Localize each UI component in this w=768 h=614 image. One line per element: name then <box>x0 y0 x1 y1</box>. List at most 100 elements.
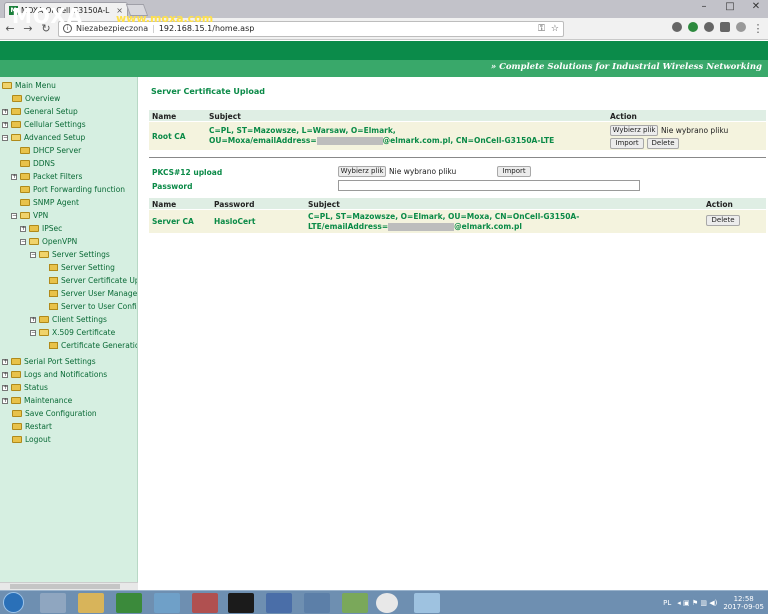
sidebar-horizontal-scrollbar[interactable] <box>0 582 138 590</box>
pkcs-password-label: Password <box>152 182 193 191</box>
sidebar-item-serial-port-settings[interactable]: + Serial Port Settings <box>2 355 96 368</box>
taskbar-app-icon[interactable] <box>342 593 368 613</box>
sidebar-item-client-settings[interactable]: + Client Settings <box>30 313 107 326</box>
root-ca-delete-button[interactable]: Delete <box>647 138 679 149</box>
collapse-icon[interactable]: − <box>30 251 36 258</box>
expand-icon[interactable]: + <box>2 397 8 404</box>
ca-col-action: Action <box>610 112 637 121</box>
sidebar-item-server-to-user-config[interactable]: Server to User Confi <box>49 300 137 313</box>
root-ca-choose-file-button[interactable]: Wybierz plik <box>610 125 658 136</box>
tray-icons[interactable]: ◂ ▣ ⚑ ▥ ◀) <box>677 599 717 607</box>
taskbar-network-icon[interactable] <box>266 593 292 613</box>
omnibox-actions: ⚿ ☆ <box>538 24 559 34</box>
taskbar-explorer-icon[interactable] <box>78 593 104 613</box>
expand-icon[interactable]: + <box>2 358 8 365</box>
taskbar-excel-icon[interactable] <box>116 593 142 613</box>
expand-icon[interactable]: + <box>2 384 8 391</box>
expand-icon[interactable]: + <box>2 108 8 115</box>
taskbar-tools-icon[interactable] <box>192 593 218 613</box>
key-icon[interactable]: ⚿ <box>538 24 545 34</box>
root-ca-import-button[interactable]: Import <box>610 138 644 149</box>
sidebar-item-snmp-agent[interactable]: SNMP Agent <box>20 196 79 209</box>
expand-icon[interactable]: + <box>11 173 17 180</box>
sidebar-item-x509-certificate[interactable]: − X.509 Certificate <box>30 326 115 339</box>
close-window-button[interactable]: ✕ <box>748 1 764 12</box>
moxa-site-link[interactable]: www.moxa.com <box>116 12 213 25</box>
ca-table-header <box>149 110 766 121</box>
clock-date: 2017-09-05 <box>723 603 764 611</box>
sidebar-item-ipsec[interactable]: + IPSec <box>20 222 62 235</box>
clock[interactable]: 12:58 2017-09-05 <box>723 595 764 611</box>
maximize-button[interactable]: □ <box>722 1 738 12</box>
collapse-icon[interactable]: − <box>2 134 8 141</box>
menu-icon[interactable]: ⋮ <box>752 22 764 35</box>
taskbar-paint-icon[interactable] <box>414 593 440 613</box>
taskbar-app-icon[interactable] <box>154 593 180 613</box>
sidebar-item-status[interactable]: + Status <box>2 381 48 394</box>
sidebar-item-maintenance[interactable]: + Maintenance <box>2 394 72 407</box>
collapse-icon[interactable]: − <box>11 212 17 219</box>
pkcs-password-input[interactable] <box>338 180 640 191</box>
minimize-button[interactable]: – <box>696 1 712 12</box>
sidebar-item-save-configuration[interactable]: Save Configuration <box>12 407 97 420</box>
server-ca-subject-line1: C=PL, ST=Mazowsze, O=Elmark, OU=Moxa, CN… <box>308 212 580 221</box>
sidebar-item-advanced-setup[interactable]: − Advanced Setup <box>2 131 85 144</box>
sidebar-item-logs-and-notifications[interactable]: + Logs and Notifications <box>2 368 107 381</box>
sidebar-item-ddns[interactable]: DDNS <box>20 157 55 170</box>
collapse-icon[interactable]: − <box>30 329 36 336</box>
taskbar-remote-icon[interactable] <box>304 593 330 613</box>
sidebar-item-overview[interactable]: Overview <box>12 92 60 105</box>
sidebar-item-general-setup[interactable]: + General Setup <box>2 105 78 118</box>
sidebar-item-certificate-generation[interactable]: Certificate Generatio <box>49 339 138 352</box>
expand-icon[interactable]: + <box>30 316 36 323</box>
expand-icon[interactable]: + <box>2 371 8 378</box>
sidebar-item-restart[interactable]: Restart <box>12 420 52 433</box>
extension-5-icon[interactable] <box>736 22 746 32</box>
taskbar-app-icon[interactable] <box>40 593 66 613</box>
pkcs-import-button[interactable]: Import <box>497 166 531 177</box>
expand-icon[interactable]: + <box>2 121 8 128</box>
sidebar-item-logout[interactable]: Logout <box>12 433 51 446</box>
root-ca-subject-line2: OU=Moxa/emailAddress= @elmark.com.pl, CN=… <box>209 136 554 145</box>
sidebar-item-label: Certificate Generatio <box>61 341 138 350</box>
url-text[interactable]: 192.168.15.1/home.asp <box>159 24 255 33</box>
star-icon[interactable]: ☆ <box>551 24 559 34</box>
collapse-icon[interactable]: − <box>20 238 26 245</box>
scrollbar-thumb[interactable] <box>10 584 120 589</box>
screen: M MOXA OnCell G3150A-L × – □ ✕ ← → ↻ i N… <box>0 0 768 614</box>
sidebar-item-openvpn[interactable]: − OpenVPN <box>20 235 77 248</box>
extension-4-icon[interactable] <box>720 22 730 32</box>
sidebar-item-server-settings[interactable]: − Server Settings <box>30 248 110 261</box>
expand-icon[interactable]: + <box>20 225 26 232</box>
server-ca-delete-button[interactable]: Delete <box>706 215 740 226</box>
sidebar-item-server-setting[interactable]: Server Setting <box>49 261 115 274</box>
sidebar-item-dhcp-server[interactable]: DHCP Server <box>20 144 81 157</box>
pkcs-no-file-text: Nie wybrano pliku <box>389 167 457 176</box>
server-ca-name: Server CA <box>152 217 194 226</box>
sidebar-item-main-menu[interactable]: Main Menu <box>2 79 56 92</box>
taskbar-chrome-icon[interactable] <box>376 593 398 613</box>
sidebar-item-cellular-settings[interactable]: + Cellular Settings <box>2 118 86 131</box>
page-icon <box>49 303 58 310</box>
sidebar-item-label: DHCP Server <box>33 146 82 155</box>
sidebar-item-server-user-manager[interactable]: Server User Manager <box>49 287 137 300</box>
sidebar-item-vpn[interactable]: − VPN <box>11 209 48 222</box>
sidebar-item-label: Status <box>24 383 48 392</box>
page-icon <box>49 342 58 349</box>
extension-3-icon[interactable] <box>704 22 714 32</box>
language-indicator[interactable]: PL <box>663 599 671 607</box>
sidebar-item-packet-filters[interactable]: + Packet Filters <box>11 170 82 183</box>
sidebar-item-server-certificate-upload[interactable]: Server Certificate Up <box>49 274 137 287</box>
extension-2-icon[interactable] <box>688 22 698 32</box>
sidebar-item-label: Server Setting <box>61 263 115 272</box>
sidebar-item-port-forwarding[interactable]: Port Forwarding function <box>20 183 125 196</box>
sidebar-item-label: Restart <box>25 422 52 431</box>
server-col-action: Action <box>706 200 733 209</box>
folder-icon <box>12 95 22 102</box>
folder-icon <box>12 436 22 443</box>
folder-icon <box>29 225 39 232</box>
extension-1-icon[interactable] <box>672 22 682 32</box>
taskbar-terminal-icon[interactable] <box>228 593 254 613</box>
start-button[interactable] <box>3 592 24 613</box>
pkcs-choose-file-button[interactable]: Wybierz plik <box>338 166 386 177</box>
